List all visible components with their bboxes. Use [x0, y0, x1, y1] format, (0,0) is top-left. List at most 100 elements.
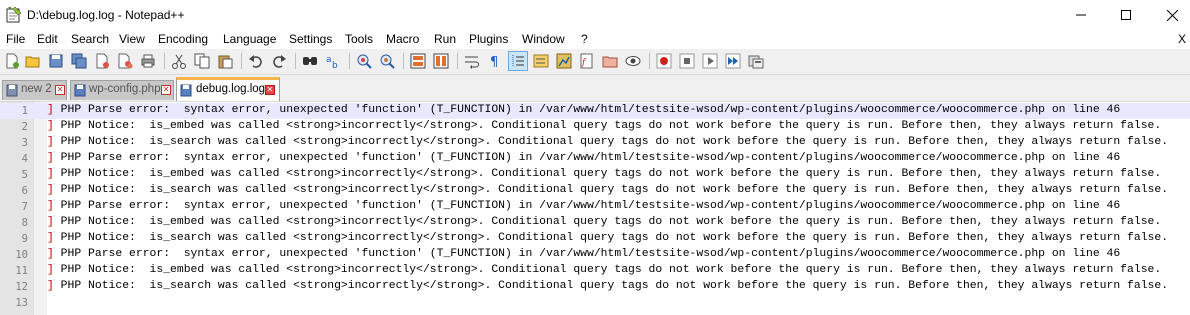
- line-number: 4: [21, 153, 28, 165]
- editor-line[interactable]: 10] PHP Parse error: syntax error, unexp…: [0, 247, 1190, 263]
- line-text[interactable]: ] PHP Parse error: syntax error, unexpec…: [47, 248, 1120, 260]
- undo-icon[interactable]: [247, 52, 265, 70]
- editor-line[interactable]: 2] PHP Notice: is_embed was called <stro…: [0, 119, 1190, 135]
- editor-line[interactable]: 13: [0, 295, 1190, 311]
- line-prefix: ]: [47, 184, 54, 196]
- close-file-icon[interactable]: [93, 52, 111, 70]
- doc-map-icon[interactable]: [555, 52, 573, 70]
- editor-line[interactable]: 3] PHP Notice: is_search was called <str…: [0, 135, 1190, 151]
- line-prefix: ]: [47, 120, 54, 132]
- editor-line[interactable]: 11] PHP Notice: is_embed was called <str…: [0, 263, 1190, 279]
- line-number: 1: [21, 105, 28, 117]
- menu-run[interactable]: Run: [434, 32, 456, 46]
- record-macro-icon[interactable]: [655, 52, 673, 70]
- line-prefix: ]: [47, 168, 54, 180]
- udl-icon[interactable]: [532, 52, 550, 70]
- line-content: PHP Parse error: syntax error, unexpecte…: [53, 152, 1121, 164]
- menu-encoding[interactable]: Encoding: [158, 32, 208, 46]
- line-prefix: ]: [47, 280, 54, 292]
- indent-guide-icon[interactable]: [508, 51, 528, 71]
- menu-plugins[interactable]: Plugins: [469, 32, 508, 46]
- line-number: 6: [21, 185, 28, 197]
- line-prefix: ]: [47, 232, 54, 244]
- tab-label: debug.log.log: [196, 83, 266, 95]
- line-text[interactable]: ] PHP Notice: is_search was called <stro…: [47, 232, 1168, 244]
- sync-vertical-icon[interactable]: [409, 52, 427, 70]
- tab-wp-config[interactable]: wp-config.php ✕: [70, 80, 174, 100]
- line-text[interactable]: ] PHP Parse error: syntax error, unexpec…: [47, 152, 1120, 164]
- menu-tools[interactable]: Tools: [345, 32, 373, 46]
- editor-line[interactable]: 5] PHP Notice: is_embed was called <stro…: [0, 167, 1190, 183]
- editor-line[interactable]: 12 ] PHP Notice: is_search was called <st…: [0, 279, 1190, 295]
- maximize-button[interactable]: [1103, 0, 1149, 30]
- tab-close-icon[interactable]: ✕: [55, 85, 65, 95]
- line-number: 12: [15, 281, 28, 293]
- replace-icon[interactable]: ab: [324, 52, 342, 70]
- editor[interactable]: 1] PHP Parse error: syntax error, unexpe…: [0, 101, 1190, 315]
- close-window-button[interactable]: [1149, 0, 1190, 30]
- line-text[interactable]: ] PHP Parse error: syntax error, unexpec…: [47, 200, 1120, 212]
- close-document-button[interactable]: X: [1178, 32, 1186, 46]
- line-text[interactable]: ] PHP Notice: is_embed was called <stron…: [47, 168, 1161, 180]
- toolbar: ab ¶ f: [0, 49, 1190, 75]
- tab-new-2[interactable]: new 2 ✕: [2, 80, 67, 100]
- close-icon: [1166, 9, 1178, 21]
- line-text[interactable]: ] PHP Notice: is_search was called <stro…: [47, 280, 1168, 292]
- cut-icon[interactable]: [170, 52, 188, 70]
- line-prefix: ]: [47, 248, 54, 260]
- minimize-button[interactable]: [1058, 0, 1104, 30]
- line-prefix: ]: [47, 216, 54, 228]
- open-file-icon[interactable]: [24, 52, 42, 70]
- menu-settings[interactable]: Settings: [289, 32, 332, 46]
- print-icon[interactable]: [139, 52, 157, 70]
- tab-close-icon[interactable]: ✕: [265, 85, 275, 95]
- line-content: PHP Parse error: syntax error, unexpecte…: [53, 200, 1121, 212]
- tab-close-icon[interactable]: ✕: [161, 85, 171, 95]
- show-all-chars-icon[interactable]: ¶: [486, 52, 504, 70]
- run-macro-multiple-icon[interactable]: [724, 52, 742, 70]
- find-icon[interactable]: [301, 52, 319, 70]
- menu-macro[interactable]: Macro: [386, 32, 419, 46]
- new-file-icon[interactable]: [3, 52, 21, 70]
- line-text[interactable]: ] PHP Notice: is_embed was called <stron…: [47, 264, 1161, 276]
- folder-workspace-icon[interactable]: [601, 52, 619, 70]
- monitoring-icon[interactable]: [624, 52, 642, 70]
- function-list-icon[interactable]: f: [578, 52, 596, 70]
- tab-debug-log[interactable]: debug.log.log ✕: [176, 77, 280, 101]
- copy-icon[interactable]: [193, 52, 211, 70]
- editor-line[interactable]: 6 ] PHP Notice: is_search was called <str…: [0, 183, 1190, 199]
- line-text[interactable]: ] PHP Notice: is_search was called <stro…: [47, 136, 1168, 148]
- menu-language[interactable]: Language: [223, 32, 276, 46]
- paste-icon[interactable]: [216, 52, 234, 70]
- editor-line[interactable]: 1 ] PHP Parse error: syntax error, unexpe…: [0, 103, 1190, 119]
- editor-line[interactable]: 9] PHP Notice: is_search was called <str…: [0, 231, 1190, 247]
- line-text[interactable]: ] PHP Notice: is_embed was called <stron…: [47, 120, 1161, 132]
- close-all-icon[interactable]: [116, 52, 134, 70]
- menu-edit[interactable]: Edit: [37, 32, 58, 46]
- stop-macro-icon[interactable]: [678, 52, 696, 70]
- menu-search[interactable]: Search: [71, 32, 109, 46]
- save-icon[interactable]: [47, 52, 65, 70]
- line-text[interactable]: ] PHP Parse error: syntax error, unexpec…: [47, 104, 1120, 116]
- redo-icon[interactable]: [270, 52, 288, 70]
- editor-line[interactable]: 8] PHP Notice: is_embed was called <stro…: [0, 215, 1190, 231]
- menu-file[interactable]: File: [6, 32, 25, 46]
- menu-help[interactable]: ?: [581, 32, 588, 46]
- menu-view[interactable]: View: [119, 32, 145, 46]
- zoom-in-icon[interactable]: [355, 52, 373, 70]
- word-wrap-icon[interactable]: [463, 52, 481, 70]
- play-macro-icon[interactable]: [701, 52, 719, 70]
- save-macro-icon[interactable]: [747, 52, 765, 70]
- save-all-icon[interactable]: [70, 52, 88, 70]
- zoom-out-icon[interactable]: [378, 52, 396, 70]
- editor-line[interactable]: 7] PHP Parse error: syntax error, unexpe…: [0, 199, 1190, 215]
- line-number: 7: [21, 201, 28, 213]
- unsaved-file-icon: [6, 84, 18, 97]
- line-prefix: ]: [47, 200, 54, 212]
- editor-line[interactable]: 4 ] PHP Parse error: syntax error, unexpe…: [0, 151, 1190, 167]
- sync-horizontal-icon[interactable]: [432, 52, 450, 70]
- menu-window[interactable]: Window: [522, 32, 565, 46]
- line-text[interactable]: ] PHP Notice: is_search was called <stro…: [47, 184, 1168, 196]
- line-text[interactable]: ] PHP Notice: is_embed was called <stron…: [47, 216, 1161, 228]
- svg-text:a: a: [326, 55, 332, 65]
